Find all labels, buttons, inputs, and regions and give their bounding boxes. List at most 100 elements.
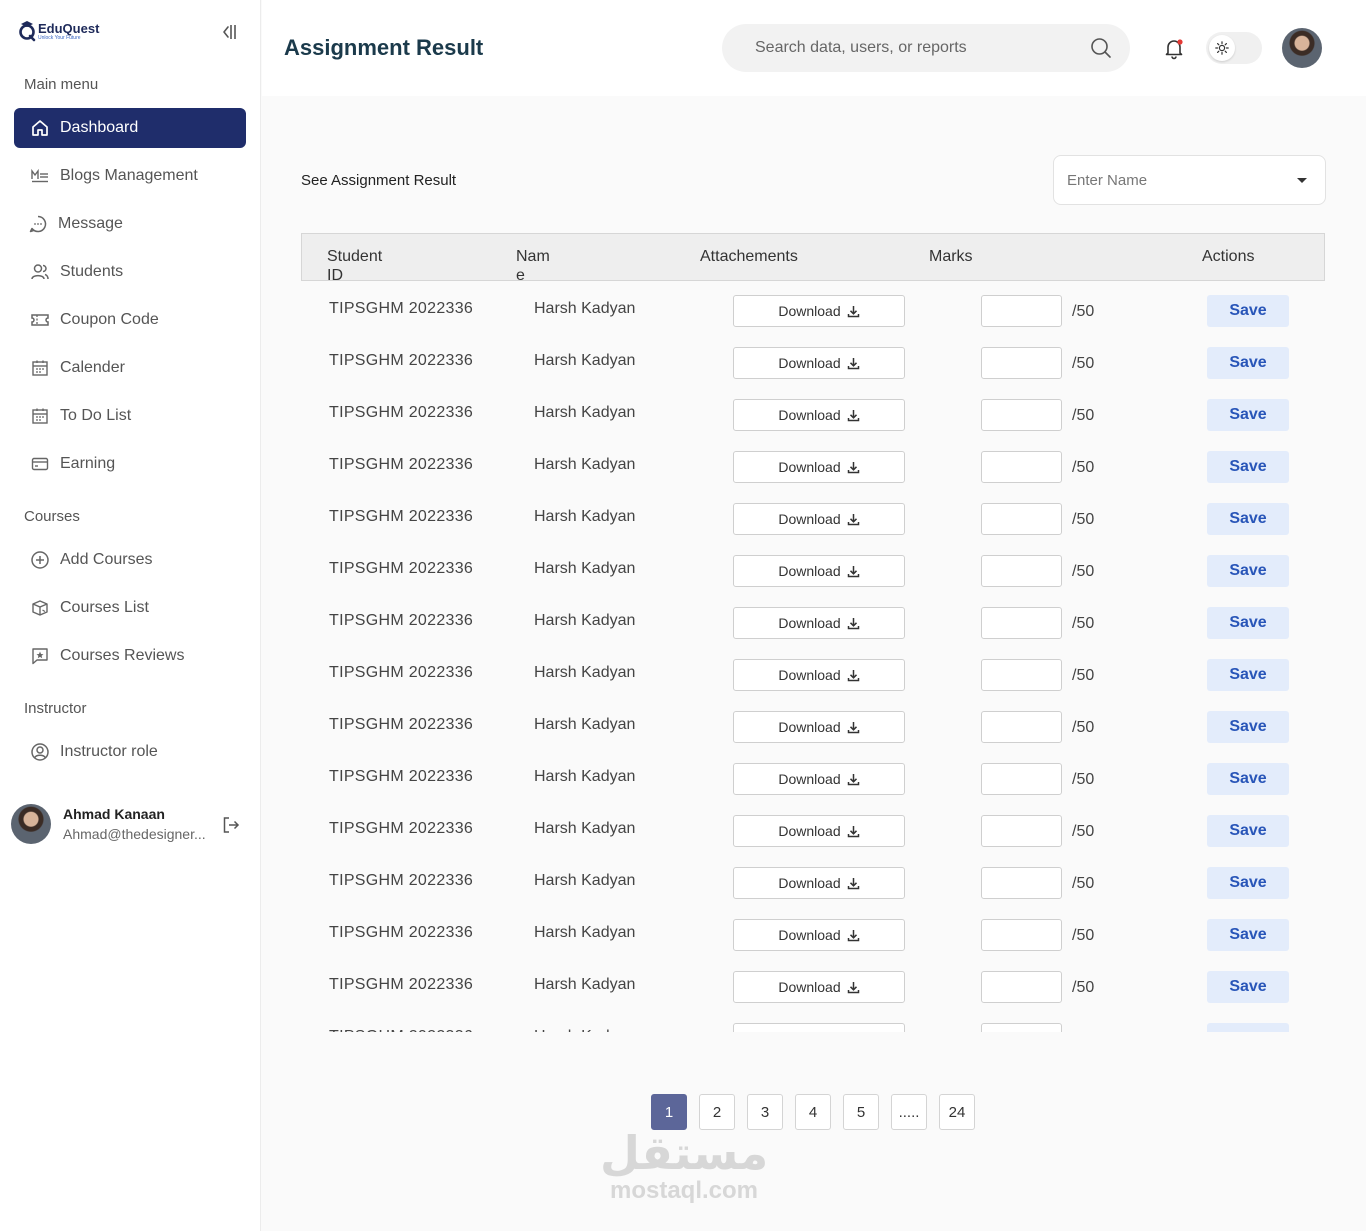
avatar[interactable] <box>11 804 51 844</box>
marks-input[interactable] <box>981 815 1062 847</box>
download-button[interactable]: Download <box>733 867 905 899</box>
collapse-sidebar-icon[interactable] <box>219 22 239 42</box>
sidebar-item-to-do-list[interactable]: To Do List <box>14 396 246 436</box>
sidebar-item-label: To Do List <box>60 407 132 424</box>
sidebar-item-courses-reviews[interactable]: Courses Reviews <box>14 636 246 676</box>
save-button[interactable]: Save <box>1207 971 1289 1003</box>
sidebar-item-label: Blogs Management <box>60 167 198 184</box>
download-button[interactable]: Download <box>733 399 905 431</box>
marks-input[interactable] <box>981 347 1062 379</box>
home-icon <box>32 120 48 136</box>
download-button[interactable]: Download <box>733 295 905 327</box>
logout-icon[interactable] <box>221 815 241 835</box>
sidebar-item-courses-list[interactable]: Courses List <box>14 588 246 628</box>
page-button[interactable]: 1 <box>651 1094 687 1130</box>
save-button[interactable]: Save <box>1207 763 1289 795</box>
download-button[interactable]: Download <box>733 659 905 691</box>
marks-input[interactable] <box>981 711 1062 743</box>
total-marks: /50 <box>1072 719 1095 736</box>
student-id-cell: TIPSGHM 2022336 <box>329 820 474 837</box>
page-button[interactable]: 24 <box>939 1094 975 1130</box>
download-button[interactable]: Download <box>733 347 905 379</box>
download-button[interactable]: Download <box>733 763 905 795</box>
ticket-icon <box>31 314 49 326</box>
marks-input[interactable] <box>981 399 1062 431</box>
save-button[interactable]: Save <box>1207 711 1289 743</box>
download-label: Download <box>778 459 841 475</box>
sidebar-item-coupon-code[interactable]: Coupon Code <box>14 300 246 340</box>
user-circle-icon <box>31 743 49 761</box>
download-icon <box>847 409 859 421</box>
table-row: TIPSGHM 2022336 Harsh Kadyan Download/50 Sa… <box>301 754 1325 806</box>
sidebar-item-earning[interactable]: Earning <box>14 444 246 484</box>
student-name-cell: Harsh Kadyan <box>534 924 636 941</box>
student-id-cell: TIPSGHM 2022336 <box>329 508 474 525</box>
avatar[interactable] <box>1282 28 1322 68</box>
marks-input[interactable] <box>981 295 1062 327</box>
download-button[interactable]: Download <box>733 555 905 587</box>
save-button[interactable]: Save <box>1207 451 1289 483</box>
page-button[interactable]: 2 <box>699 1094 735 1130</box>
sidebar-item-blogs-management[interactable]: Blogs Management <box>14 156 246 196</box>
save-button[interactable]: Save <box>1207 659 1289 691</box>
download-button[interactable]: Download <box>733 711 905 743</box>
student-name-cell: Harsh Kadyan <box>534 664 636 681</box>
student-name-cell: Harsh Kadyan <box>534 560 636 577</box>
sidebar-item-instructor-role[interactable]: Instructor role <box>14 732 246 772</box>
plus-circle-icon <box>31 551 49 569</box>
marks-input[interactable] <box>981 451 1062 483</box>
save-button[interactable]: Save <box>1207 919 1289 951</box>
marks-input[interactable] <box>981 763 1062 795</box>
notification-bell-icon[interactable] <box>1162 36 1186 60</box>
column-header-name: Nam e <box>516 248 550 284</box>
download-button[interactable]: Download <box>733 815 905 847</box>
download-icon <box>847 981 859 993</box>
page-button[interactable]: ..... <box>891 1094 927 1130</box>
marks-input[interactable] <box>981 1023 1062 1032</box>
save-button[interactable]: Save <box>1207 503 1289 535</box>
student-id-cell: TIPSGHM 2022336 <box>329 1028 473 1032</box>
page-button[interactable]: 5 <box>843 1094 879 1130</box>
download-label: Download <box>778 771 841 787</box>
marks-input[interactable] <box>981 607 1062 639</box>
table-row: TIPSGHM 2022336 Harsh Kadyan Download/50 Sa… <box>301 962 1325 1014</box>
save-button[interactable]: Save <box>1207 295 1289 327</box>
download-button[interactable]: Download <box>733 1023 905 1032</box>
save-button[interactable]: Save <box>1207 815 1289 847</box>
search-input[interactable] <box>755 36 1075 60</box>
search-icon[interactable] <box>1090 37 1112 59</box>
sidebar-item-add-courses[interactable]: Add Courses <box>14 540 246 580</box>
sidebar-item-message[interactable]: Message <box>14 204 246 244</box>
name-select[interactable]: Enter Name <box>1053 155 1326 205</box>
marks-input[interactable] <box>981 503 1062 535</box>
save-button[interactable]: Save <box>1207 867 1289 899</box>
watermark-latin: mostaql.com <box>609 1177 759 1204</box>
download-button[interactable]: Download <box>733 971 905 1003</box>
table-row: TIPSGHM 2022336 Harsh Kadyan Download/50 Sa… <box>301 858 1325 910</box>
download-button[interactable]: Download <box>733 451 905 483</box>
marks-input[interactable] <box>981 919 1062 951</box>
marks-input[interactable] <box>981 867 1062 899</box>
save-button[interactable]: Save <box>1207 399 1289 431</box>
student-name-cell: Harsh Kadyan <box>534 456 636 473</box>
save-button[interactable]: Save <box>1207 347 1289 379</box>
sidebar-item-calender[interactable]: Calender <box>14 348 246 388</box>
card-icon <box>31 457 49 471</box>
page-button[interactable]: 4 <box>795 1094 831 1130</box>
theme-toggle[interactable] <box>1206 32 1262 64</box>
marks-input[interactable] <box>981 659 1062 691</box>
save-button[interactable]: Save <box>1207 607 1289 639</box>
pagination: 1 2 3 4 5..... 24 <box>651 1094 975 1130</box>
marks-input[interactable] <box>981 971 1062 1003</box>
marks-input[interactable] <box>981 555 1062 587</box>
logo: EduQuest Unlock Your Future <box>18 20 99 42</box>
save-button[interactable]: Save <box>1207 555 1289 587</box>
sidebar-item-dashboard[interactable]: Dashboard <box>14 108 246 148</box>
sidebar-item-students[interactable]: Students <box>14 252 246 292</box>
download-button[interactable]: Download <box>733 503 905 535</box>
page-button[interactable]: 3 <box>747 1094 783 1130</box>
save-button[interactable]: Save <box>1207 1023 1289 1032</box>
download-button[interactable]: Download <box>733 919 905 951</box>
download-icon <box>847 721 859 733</box>
download-button[interactable]: Download <box>733 607 905 639</box>
